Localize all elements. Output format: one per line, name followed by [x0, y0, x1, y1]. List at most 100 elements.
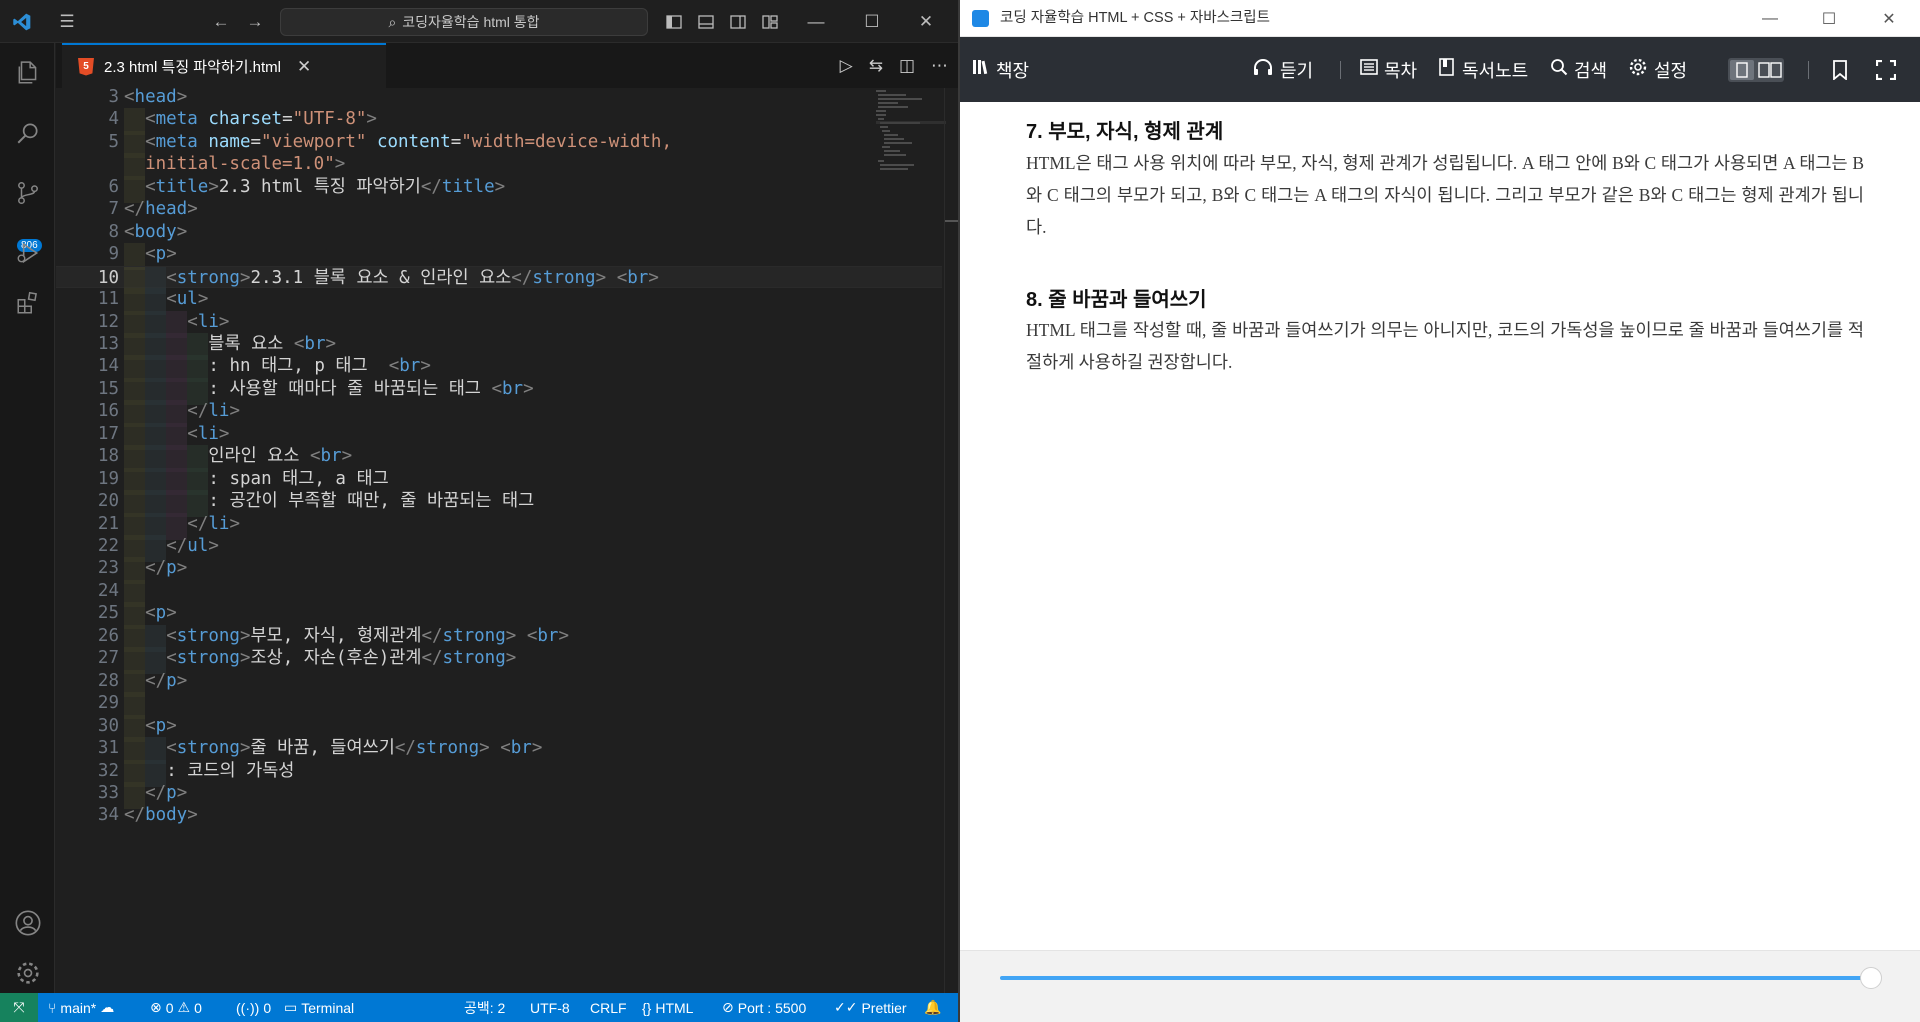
- code-line[interactable]: 3 <head>: [56, 88, 942, 108]
- code-line[interactable]: 6 <title>2.3 html 특징 파악하기</title>: [56, 175, 942, 203]
- code-line[interactable]: 15: 사용할 때마다 줄 바꿈되는 태그 <br>: [56, 377, 942, 405]
- settings-gear-icon[interactable]: [0, 948, 55, 998]
- code-line[interactable]: 9 <p>: [56, 243, 942, 271]
- tab-html-file[interactable]: 5 2.3 html 특징 파악하기.html ✕: [62, 43, 386, 88]
- reader-page[interactable]: 7. 부모, 자식, 형제 관계 HTML은 태그 사용 위치에 따라 부모, …: [960, 102, 1920, 950]
- extensions-icon[interactable]: [0, 278, 55, 328]
- code-line[interactable]: 13 블록 요소 <br>: [56, 332, 942, 360]
- terminal-button[interactable]: ▭ Terminal: [284, 993, 354, 1022]
- code-line[interactable]: 5 <meta name="viewport" content="width=de…: [56, 130, 942, 158]
- code-line[interactable]: 26 <strong>부모, 자식, 형제관계</strong> <br>: [56, 624, 942, 652]
- menu-icon[interactable]: ☰: [52, 0, 82, 43]
- encoding-indicator[interactable]: UTF-8: [530, 993, 570, 1022]
- maximize-icon[interactable]: ☐: [1800, 0, 1858, 37]
- code-line[interactable]: 17 <li>: [56, 422, 942, 450]
- code-line[interactable]: 32: 코드의 가독성: [56, 759, 942, 787]
- open-changes-icon[interactable]: ⇆: [869, 56, 883, 76]
- search-button[interactable]: 검색: [1550, 37, 1607, 102]
- close-window-icon[interactable]: ✕: [906, 0, 946, 43]
- code-line[interactable]: 22 </ul>: [56, 535, 942, 562]
- code-text: <p>: [145, 243, 177, 265]
- reading-progress-slider[interactable]: [1000, 976, 1880, 980]
- code-line[interactable]: 4 <meta charset="UTF-8">: [56, 108, 942, 136]
- notes-button[interactable]: 독서노트: [1438, 37, 1528, 102]
- minimize-icon[interactable]: —: [798, 0, 834, 43]
- bookshelf-button[interactable]: 책장: [972, 37, 1029, 102]
- maximize-icon[interactable]: ☐: [852, 0, 892, 43]
- books-icon: [972, 58, 990, 81]
- notifications-bell-icon[interactable]: 🔔: [924, 993, 941, 1022]
- slider-thumb[interactable]: [1860, 967, 1883, 989]
- customize-layout-icon[interactable]: [756, 0, 784, 43]
- account-icon[interactable]: [0, 898, 55, 948]
- language-indicator[interactable]: {} HTML: [642, 993, 693, 1022]
- run-icon[interactable]: ▷: [840, 56, 853, 76]
- code-line[interactable]: 21 </li>: [56, 512, 942, 540]
- code-line[interactable]: 23 </p>: [56, 557, 942, 585]
- code-token: 2.3 html 특징 파악하기: [218, 176, 421, 197]
- code-text: </ul>: [166, 535, 219, 557]
- problems-indicator[interactable]: ⊗ 0 ⚠ 0: [150, 993, 202, 1022]
- code-line[interactable]: 27 <strong>조상, 자손(후손)관계</strong>: [56, 647, 942, 675]
- search-icon[interactable]: [0, 108, 55, 158]
- ports-indicator[interactable]: ((·)) 0: [236, 993, 271, 1022]
- code-line[interactable]: 20: 공간이 부족할 때만, 줄 바꿈되는 태그: [56, 490, 942, 518]
- settings-button[interactable]: 설정: [1628, 37, 1687, 102]
- line-number: 29: [97, 693, 119, 714]
- code-line[interactable]: 19: span 태그, a 태그: [56, 467, 942, 495]
- code-text: <head>: [124, 88, 187, 108]
- code-line[interactable]: 33 </p>: [56, 781, 942, 809]
- code-token: <: [166, 625, 177, 646]
- code-line[interactable]: 31 <strong>줄 바꿈, 들여쓰기</strong> <br>: [56, 737, 942, 765]
- bookmark-icon[interactable]: [1832, 37, 1848, 102]
- forward-arrow-icon[interactable]: →: [240, 0, 270, 43]
- code-line[interactable]: 25 <p>: [56, 602, 942, 630]
- code-token: </: [145, 782, 167, 803]
- code-token: </: [187, 513, 209, 534]
- code-line[interactable]: 16 </li>: [56, 400, 942, 428]
- code-line[interactable]: 34 </body>: [56, 804, 942, 826]
- toggle-panel-icon[interactable]: [692, 0, 720, 43]
- split-editor-icon[interactable]: ◫: [899, 56, 915, 76]
- line-number: 6: [108, 176, 119, 197]
- code-line[interactable]: 30 <p>: [56, 714, 942, 742]
- branch-indicator[interactable]: ⑂ main* ☁: [48, 993, 114, 1022]
- code-line[interactable]: 28 </p>: [56, 669, 942, 697]
- view-mode-toggle[interactable]: [1728, 37, 1784, 102]
- close-tab-icon[interactable]: ✕: [297, 57, 311, 77]
- eol-indicator[interactable]: CRLF: [590, 993, 627, 1022]
- explorer-icon[interactable]: [0, 48, 55, 98]
- code-line[interactable]: 7 </head>: [56, 198, 942, 220]
- code-text: <meta name="viewport" content="width=dev…: [145, 131, 672, 153]
- double-check-icon: ✓✓: [834, 999, 858, 1015]
- toggle-sidebar-icon[interactable]: [660, 0, 688, 43]
- code-line[interactable]: 11 <ul>: [56, 288, 942, 316]
- minimize-icon[interactable]: —: [1741, 0, 1799, 37]
- toc-button[interactable]: 목차: [1360, 37, 1417, 102]
- code-line[interactable]: 8 <body>: [56, 221, 942, 243]
- live-server-port[interactable]: ⊘ Port : 5500: [722, 993, 806, 1022]
- source-control-icon[interactable]: [0, 168, 55, 218]
- prettier-indicator[interactable]: ✓✓ Prettier: [834, 993, 907, 1022]
- code-editor[interactable]: 3 <head> 4 <meta charset="UTF-8"> 5 <meta nam…: [56, 88, 942, 993]
- code-line[interactable]: 29: [56, 692, 942, 720]
- code-line[interactable]: 14: hn 태그, p 태그 <br>: [56, 355, 942, 383]
- code-token: strong: [176, 648, 240, 669]
- fullscreen-icon[interactable]: [1876, 37, 1896, 102]
- remote-indicator-icon[interactable]: ⤧: [0, 993, 38, 1022]
- listen-button[interactable]: 듣기: [1252, 37, 1313, 102]
- more-actions-icon[interactable]: ⋯: [931, 56, 948, 76]
- code-line[interactable]: 12 <li>: [56, 310, 942, 338]
- run-debug-icon[interactable]: [0, 228, 55, 278]
- code-line[interactable]: initial-scale=1.0">: [56, 153, 942, 181]
- toggle-secondary-sidebar-icon[interactable]: [724, 0, 752, 43]
- code-line[interactable]: 24: [56, 579, 942, 607]
- back-arrow-icon[interactable]: ←: [206, 0, 236, 43]
- code-line[interactable]: 18 인라인 요소 <br>: [56, 445, 942, 473]
- editor-scrollbar[interactable]: [944, 88, 959, 993]
- code-line[interactable]: 10 <strong>2.3.1 블록 요소 & 인라인 요소</strong> …: [56, 265, 942, 294]
- indentation-indicator[interactable]: 공백: 2: [464, 993, 505, 1022]
- minimap[interactable]: [876, 88, 946, 178]
- close-window-icon[interactable]: ✕: [1860, 0, 1918, 37]
- command-center-search[interactable]: ⌕ 코딩자율학습 html 통합: [280, 8, 648, 36]
